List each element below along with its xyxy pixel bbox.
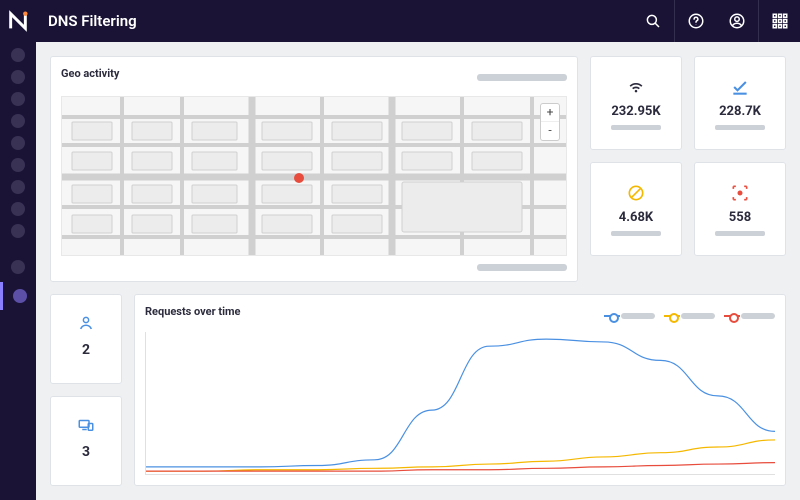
nav-item-1[interactable] (11, 48, 25, 62)
stat-total-requests-value: 232.95K (611, 104, 660, 119)
sidebar-nav (0, 42, 36, 500)
stat-label-placeholder (715, 125, 765, 130)
legend-label-placeholder (621, 313, 655, 319)
requests-chart[interactable] (145, 332, 775, 475)
chart-legend (607, 311, 775, 321)
nav-item-7[interactable] (11, 180, 25, 194)
legend-label-placeholder (741, 313, 775, 319)
apps-button[interactable] (758, 0, 800, 42)
block-icon (625, 182, 647, 204)
legend-threats[interactable] (727, 311, 775, 321)
apps-grid-icon (771, 12, 789, 30)
check-icon (729, 76, 751, 98)
nav-item-3[interactable] (11, 92, 25, 106)
stat-label-placeholder (611, 231, 661, 236)
devices-icon (77, 416, 95, 438)
nav-item-5[interactable] (11, 136, 25, 150)
stat-threats[interactable]: 558 (694, 162, 786, 256)
page-title: DNS Filtering (48, 12, 137, 30)
stat-devices[interactable]: 3 (50, 396, 122, 486)
geo-map[interactable]: + - (61, 96, 567, 256)
nav-item-10[interactable] (11, 260, 25, 274)
legend-allowed[interactable] (607, 311, 655, 321)
map-background (62, 97, 566, 255)
stat-allowed-requests[interactable]: 228.7K (694, 56, 786, 150)
map-zoom-out[interactable]: - (541, 122, 559, 140)
user-icon (77, 314, 95, 336)
requests-over-time-card: Requests over time (134, 294, 786, 486)
geo-activity-title: Geo activity (61, 67, 119, 80)
search-button[interactable] (632, 0, 674, 42)
map-activity-marker[interactable] (294, 173, 304, 183)
nav-item-4[interactable] (11, 114, 25, 128)
stat-users-value: 2 (82, 342, 90, 358)
help-icon (687, 12, 705, 30)
stat-blocked-requests[interactable]: 4.68K (590, 162, 682, 256)
topbar: DNS Filtering (0, 0, 800, 42)
stat-blocked-requests-value: 4.68K (619, 210, 653, 225)
geo-activity-subtitle-placeholder (477, 74, 567, 81)
nav-item-2[interactable] (11, 70, 25, 84)
stat-users[interactable]: 2 (50, 294, 122, 384)
broadcast-icon (625, 76, 647, 98)
nav-item-8[interactable] (11, 202, 25, 216)
search-icon (644, 12, 662, 30)
geo-activity-footer-placeholder (477, 264, 567, 271)
legend-blocked[interactable] (667, 311, 715, 321)
account-button[interactable] (716, 0, 758, 42)
geo-activity-card: Geo activity (50, 56, 578, 282)
map-zoom-control: + - (540, 103, 560, 141)
stat-threats-value: 558 (729, 210, 751, 225)
user-circle-icon (728, 12, 746, 30)
legend-label-placeholder (681, 313, 715, 319)
threat-icon (729, 182, 751, 204)
nav-item-dns-filtering[interactable] (0, 282, 36, 310)
stat-allowed-requests-value: 228.7K (719, 104, 761, 119)
stat-total-requests[interactable]: 232.95K (590, 56, 682, 150)
nav-item-9[interactable] (11, 224, 25, 238)
nav-item-6[interactable] (11, 158, 25, 172)
stat-devices-value: 3 (82, 444, 90, 460)
help-button[interactable] (674, 0, 716, 42)
app-logo[interactable] (0, 0, 36, 42)
stat-label-placeholder (715, 231, 765, 236)
requests-title: Requests over time (145, 305, 240, 318)
map-zoom-in[interactable]: + (541, 104, 559, 122)
stat-label-placeholder (611, 125, 661, 130)
